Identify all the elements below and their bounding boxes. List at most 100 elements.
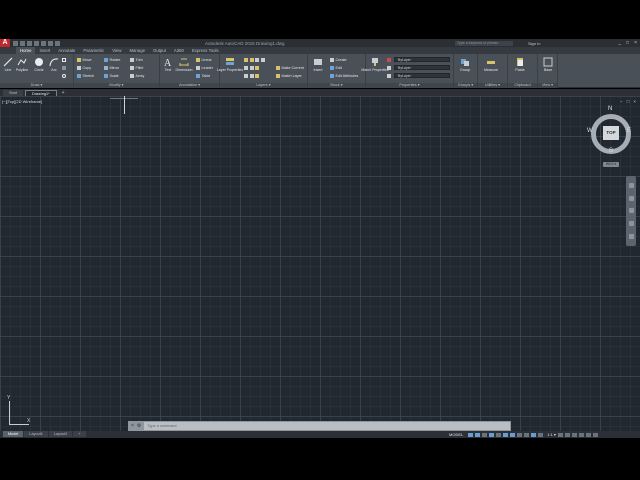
text-button[interactable]: A Text bbox=[161, 57, 175, 72]
annotation-monitor-icon[interactable] bbox=[564, 432, 570, 437]
open-icon[interactable] bbox=[20, 40, 25, 46]
move-button[interactable]: Move bbox=[77, 57, 92, 63]
edit-block-button[interactable]: Edit bbox=[330, 65, 342, 71]
object-snap-tracking-icon[interactable] bbox=[503, 432, 509, 437]
tab-a360[interactable]: A360 bbox=[170, 47, 188, 54]
viewport-controls-label[interactable]: [−][Top][2D Wireframe] bbox=[2, 99, 42, 104]
wcs-menu-button[interactable]: WCS ▾ bbox=[603, 162, 619, 167]
tab-layout2[interactable]: Layout2 bbox=[48, 431, 73, 437]
mirror-button[interactable]: Mirror bbox=[104, 65, 119, 71]
workspace-switch-icon[interactable] bbox=[557, 432, 563, 437]
rectangle-button[interactable] bbox=[62, 57, 66, 63]
maximize-button[interactable]: □ bbox=[626, 40, 629, 46]
command-line-close-icon[interactable]: × bbox=[131, 423, 134, 429]
print-icon[interactable] bbox=[41, 40, 46, 46]
undo-icon[interactable] bbox=[48, 40, 53, 46]
save-icon[interactable] bbox=[27, 40, 32, 46]
grid-toggle-icon[interactable] bbox=[468, 432, 474, 437]
save-as-icon[interactable] bbox=[34, 40, 39, 46]
layer-properties-button[interactable]: Layer Properties bbox=[217, 57, 243, 72]
view-panel-label[interactable]: View ▾ bbox=[538, 83, 557, 88]
orbit-icon[interactable] bbox=[628, 221, 634, 227]
transparency-toggle-icon[interactable] bbox=[524, 432, 530, 437]
arc-button[interactable]: Arc bbox=[47, 57, 61, 72]
linetype-dropdown[interactable]: ByLayer bbox=[394, 65, 450, 70]
circle-button[interactable]: Circle bbox=[32, 57, 46, 72]
tab-manage[interactable]: Manage bbox=[125, 47, 149, 54]
layer-tools-row2[interactable] bbox=[244, 73, 259, 79]
make-current-button[interactable]: Make Current bbox=[276, 65, 304, 71]
layers-panel-label[interactable]: Layers ▾ bbox=[220, 83, 307, 88]
rotate-button[interactable]: Rotate bbox=[104, 57, 120, 63]
hatch-button[interactable] bbox=[62, 65, 66, 71]
ellipse-button[interactable] bbox=[62, 73, 66, 79]
add-layout-button[interactable]: + bbox=[73, 431, 86, 437]
showmotion-icon[interactable] bbox=[628, 234, 634, 240]
viewcube-top-face[interactable]: TOP bbox=[603, 126, 619, 140]
properties-panel-label[interactable]: Properties ▾ bbox=[366, 83, 453, 88]
steering-wheel-icon[interactable] bbox=[628, 182, 634, 188]
layer-toggle-icons[interactable] bbox=[244, 57, 265, 63]
clipboard-panel-label[interactable]: Clipboard bbox=[508, 83, 537, 88]
modify-panel-label[interactable]: Modify ▾ bbox=[74, 83, 159, 88]
measure-button[interactable]: Measure bbox=[484, 57, 498, 72]
auto-scale-icon[interactable] bbox=[538, 432, 544, 437]
tab-insert[interactable]: Insert bbox=[35, 47, 54, 54]
clean-screen-icon[interactable] bbox=[585, 432, 591, 437]
utilities-panel-label[interactable]: Utilities ▾ bbox=[478, 83, 507, 88]
compass-east[interactable]: E bbox=[627, 128, 631, 134]
layer-tools-row1[interactable] bbox=[244, 65, 259, 71]
draw-panel-label[interactable]: Draw ▾ bbox=[0, 83, 73, 88]
match-layer-button[interactable]: Match Layer bbox=[276, 73, 302, 79]
isolate-objects-icon[interactable] bbox=[571, 432, 577, 437]
annotation-visibility-icon[interactable] bbox=[531, 432, 537, 437]
application-menu-button[interactable]: A bbox=[0, 39, 10, 47]
tab-annotate[interactable]: Annotate bbox=[54, 47, 79, 54]
polyline-button[interactable]: Polyline bbox=[15, 57, 29, 72]
tab-layout1[interactable]: Layout1 bbox=[24, 431, 48, 437]
line-button[interactable]: Line bbox=[1, 57, 15, 72]
table-button[interactable]: Table bbox=[196, 73, 210, 79]
sign-in-button[interactable]: Sign In bbox=[528, 41, 540, 46]
compass-north[interactable]: N bbox=[608, 106, 612, 112]
paste-button[interactable]: Paste bbox=[513, 57, 527, 72]
fillet-button[interactable]: Fillet bbox=[130, 65, 143, 71]
stretch-button[interactable]: Stretch bbox=[77, 73, 94, 79]
drawing-area[interactable]: [−][Top][2D Wireframe] − □ × TOP N S E W… bbox=[0, 96, 640, 431]
redo-icon[interactable] bbox=[55, 40, 60, 46]
isodraft-toggle-icon[interactable] bbox=[496, 432, 502, 437]
create-block-button[interactable]: Create bbox=[330, 57, 347, 63]
tab-output[interactable]: Output bbox=[149, 47, 170, 54]
close-button[interactable]: × bbox=[634, 40, 637, 46]
group-button[interactable]: Group bbox=[458, 57, 472, 72]
customization-icon[interactable] bbox=[592, 432, 598, 437]
object-snap-toggle-icon[interactable] bbox=[510, 432, 516, 437]
viewport-restore-button[interactable]: □ bbox=[627, 99, 630, 104]
hardware-acceleration-icon[interactable] bbox=[578, 432, 584, 437]
ortho-toggle-icon[interactable] bbox=[482, 432, 488, 437]
dimension-button[interactable]: Dimension bbox=[176, 57, 193, 72]
base-view-button[interactable]: Base bbox=[541, 57, 555, 72]
minimize-button[interactable]: _ bbox=[618, 40, 621, 46]
viewport-minimize-button[interactable]: − bbox=[620, 99, 623, 104]
match-properties-button[interactable]: Match Properties bbox=[361, 57, 389, 72]
linear-button[interactable]: Linear bbox=[196, 57, 212, 63]
tab-parametric[interactable]: Parametric bbox=[79, 47, 108, 54]
leader-button[interactable]: Leader bbox=[196, 65, 213, 71]
new-icon[interactable] bbox=[13, 40, 18, 46]
color-dropdown[interactable]: ByLayer bbox=[394, 57, 450, 62]
model-space-button[interactable]: MODEL bbox=[449, 432, 463, 437]
tab-view[interactable]: View bbox=[108, 47, 125, 54]
search-input[interactable]: Type a keyword or phrase bbox=[455, 40, 513, 46]
groups-panel-label[interactable]: Groups ▾ bbox=[454, 83, 477, 88]
compass-south[interactable]: S bbox=[609, 148, 613, 154]
lineweight-toggle-icon[interactable] bbox=[517, 432, 523, 437]
annotation-panel-label[interactable]: Annotation ▾ bbox=[160, 83, 219, 88]
tab-home[interactable]: Home bbox=[16, 47, 36, 54]
snap-toggle-icon[interactable] bbox=[475, 432, 481, 437]
annotation-scale-dropdown[interactable]: 1:1 ▾ bbox=[547, 432, 556, 437]
block-panel-label[interactable]: Block ▾ bbox=[308, 83, 365, 88]
lineweight-dropdown[interactable]: ByLayer bbox=[394, 73, 450, 78]
trim-button[interactable]: Trim bbox=[130, 57, 143, 63]
scale-button[interactable]: Scale bbox=[104, 73, 119, 79]
